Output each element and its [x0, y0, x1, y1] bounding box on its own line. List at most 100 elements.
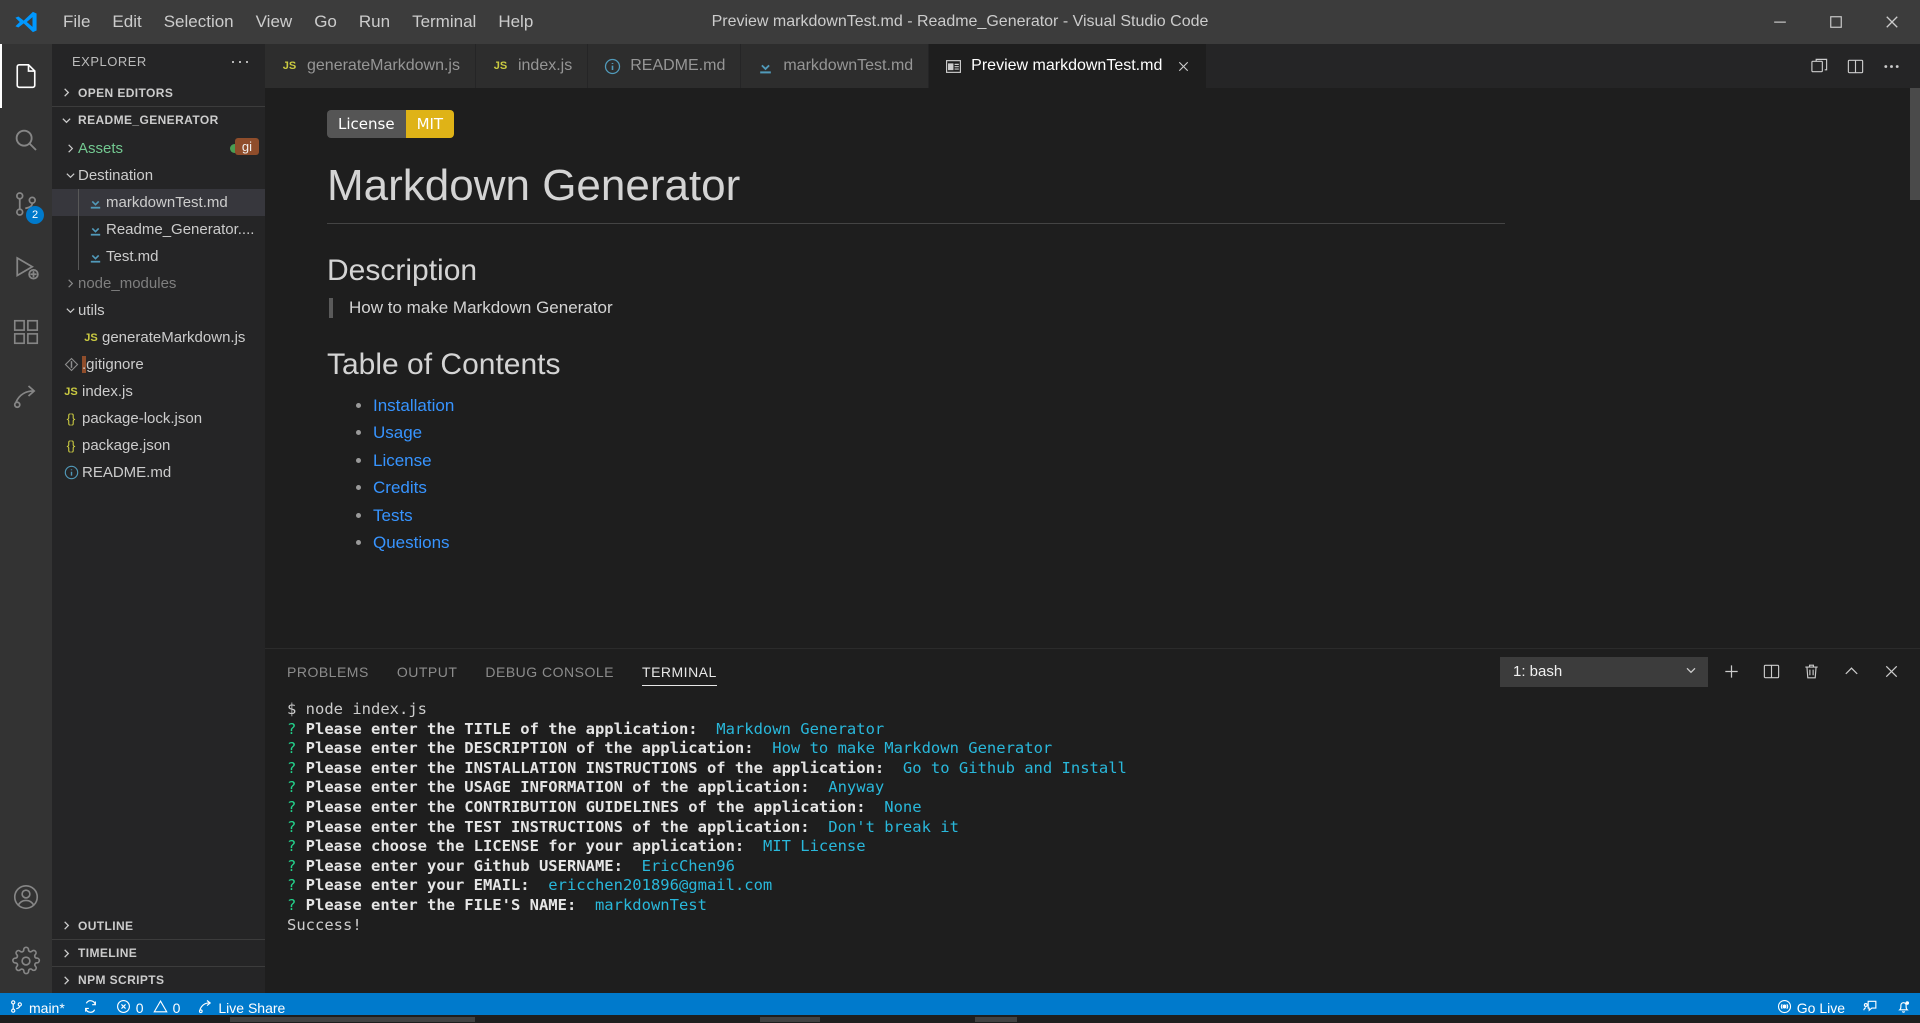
- terminal-segment: How to make Markdown Generator: [753, 739, 1053, 758]
- chevron-right-icon[interactable]: [62, 276, 78, 292]
- json-icon: {}: [66, 438, 76, 453]
- new-terminal-icon[interactable]: [1714, 657, 1748, 687]
- tab-label: README.md: [630, 57, 726, 74]
- tree-item-markdowntest-md[interactable]: markdownTest.md: [52, 189, 265, 216]
- markdown-icon: [84, 222, 106, 237]
- tree-item-label: node_modules: [78, 275, 177, 292]
- tree-item-label: package-lock.json: [82, 410, 203, 427]
- tree-item-node-modules[interactable]: node_modules: [52, 270, 265, 297]
- menu-file[interactable]: File: [52, 8, 101, 36]
- editor-tab-bar: JS generateMarkdown.js JS index.js READM…: [265, 44, 1920, 88]
- sidebar-more-icon[interactable]: ···: [230, 51, 257, 72]
- activity-accounts[interactable]: [0, 865, 52, 929]
- toc-link-tests[interactable]: Tests: [373, 506, 413, 525]
- panel-tab-terminal[interactable]: TERMINAL: [642, 649, 717, 694]
- panel-tab-problems[interactable]: PROBLEMS: [287, 649, 369, 694]
- terminal-segment: $ node index.js: [287, 700, 427, 718]
- terminal-segment: Please enter the INSTALLATION INSTRUCTIO…: [305, 758, 885, 777]
- activity-live-share[interactable]: [0, 364, 52, 428]
- kill-terminal-icon[interactable]: [1794, 657, 1828, 687]
- preview-description-text: How to make Markdown Generator: [329, 297, 1505, 318]
- tree-item-label: README.md: [82, 464, 172, 481]
- section-open-editors[interactable]: OPEN EDITORS: [52, 79, 265, 106]
- list-item: Credits: [373, 474, 1505, 502]
- tree-item-gitignore[interactable]: .gitignore: [52, 351, 265, 378]
- section-timeline[interactable]: TIMELINE: [52, 939, 265, 966]
- close-icon[interactable]: [1176, 59, 1191, 74]
- chevron-down-icon[interactable]: [62, 303, 78, 319]
- tree-item-assets[interactable]: Assets gi: [52, 135, 265, 162]
- toc-link-credits[interactable]: Credits: [373, 478, 427, 497]
- terminal-line: ? Please enter your EMAIL: ericchen20189…: [287, 876, 1920, 896]
- tree-item-readme-md[interactable]: README.md: [52, 459, 265, 486]
- horizontal-scroll-strip[interactable]: [0, 1015, 1920, 1023]
- menu-go[interactable]: Go: [303, 8, 348, 36]
- tree-item-package-lock-json[interactable]: {} package-lock.json: [52, 405, 265, 432]
- activity-source-control[interactable]: 2: [0, 172, 52, 236]
- toc-link-installation[interactable]: Installation: [373, 396, 454, 415]
- split-editor-icon[interactable]: [1842, 53, 1868, 79]
- tree-item-generatemarkdown-js[interactable]: JS generateMarkdown.js: [52, 324, 265, 351]
- preview-scrollbar[interactable]: [1906, 88, 1920, 648]
- tree-item-utils[interactable]: utils: [52, 297, 265, 324]
- tab-markdowntest-md[interactable]: markdownTest.md: [741, 44, 930, 88]
- activity-explorer[interactable]: [0, 44, 52, 108]
- tab-generatemarkdown-js[interactable]: JS generateMarkdown.js: [265, 44, 476, 88]
- tree-item-label: utils: [78, 302, 105, 319]
- terminal-segment: Please enter your Github USERNAME:: [305, 856, 623, 875]
- section-outline[interactable]: OUTLINE: [52, 912, 265, 939]
- tree-item-destination[interactable]: Destination: [52, 162, 265, 189]
- terminal-segment: Please enter your EMAIL:: [305, 876, 530, 895]
- section-timeline-label: TIMELINE: [78, 946, 138, 960]
- terminal-segment: ?: [287, 719, 306, 738]
- split-terminal-icon[interactable]: [1754, 657, 1788, 687]
- activity-search[interactable]: [0, 108, 52, 172]
- info-icon: [603, 58, 622, 75]
- menu-edit[interactable]: Edit: [101, 8, 152, 36]
- toc-link-questions[interactable]: Questions: [373, 533, 450, 552]
- activity-settings[interactable]: [0, 929, 52, 993]
- more-actions-icon[interactable]: [1878, 53, 1904, 79]
- open-preview-to-side-icon[interactable]: [1806, 53, 1832, 79]
- tab-readme-md[interactable]: README.md: [588, 44, 742, 88]
- maximize-button[interactable]: [1808, 0, 1864, 44]
- tab-preview-markdowntest-md[interactable]: Preview markdownTest.md: [929, 44, 1208, 88]
- menu-terminal[interactable]: Terminal: [401, 8, 487, 36]
- preview-toc-heading: Table of Contents: [327, 347, 561, 381]
- terminal-segment: Please enter the TEST INSTRUCTIONS of th…: [305, 817, 810, 836]
- markdown-preview[interactable]: License MIT Markdown Generator Descripti…: [265, 88, 1920, 648]
- terminal-segment: ?: [287, 895, 306, 914]
- tree-item-test-md[interactable]: Test.md: [52, 243, 265, 270]
- tab-index-js[interactable]: JS index.js: [475, 44, 589, 88]
- javascript-icon: JS: [84, 331, 98, 344]
- activity-run-debug[interactable]: [0, 236, 52, 300]
- toc-link-usage[interactable]: Usage: [373, 423, 422, 442]
- menu-selection[interactable]: Selection: [153, 8, 245, 36]
- chevron-down-icon[interactable]: [62, 168, 78, 184]
- terminal-segment: EricChen96: [622, 856, 735, 875]
- menu-run[interactable]: Run: [348, 8, 401, 36]
- tree-item-readme-generator-md[interactable]: Readme_Generator....: [52, 216, 265, 243]
- terminal-output[interactable]: $ node index.js? Please enter the TITLE …: [265, 694, 1920, 993]
- tree-item-index-js[interactable]: JS index.js: [52, 378, 265, 405]
- chevron-right-icon[interactable]: [62, 141, 78, 157]
- menu-view[interactable]: View: [245, 8, 304, 36]
- close-button[interactable]: [1864, 0, 1920, 44]
- section-npm-scripts[interactable]: NPM SCRIPTS: [52, 966, 265, 993]
- minimize-button[interactable]: [1752, 0, 1808, 44]
- menu-help[interactable]: Help: [487, 8, 544, 36]
- activity-extensions[interactable]: [0, 300, 52, 364]
- toc-link-license[interactable]: License: [373, 451, 432, 470]
- panel-tab-debug-console[interactable]: DEBUG CONSOLE: [485, 649, 614, 694]
- tree-item-label: Test.md: [106, 248, 159, 265]
- list-item: License: [373, 447, 1505, 475]
- tree-item-package-json[interactable]: {} package.json: [52, 432, 265, 459]
- section-project[interactable]: README_GENERATOR: [52, 106, 265, 133]
- go-live-label: Go Live: [1796, 1000, 1845, 1016]
- scrollbar-thumb[interactable]: [1910, 88, 1920, 200]
- terminal-selector[interactable]: 1: bash: [1500, 656, 1708, 687]
- maximize-panel-icon[interactable]: [1834, 657, 1868, 687]
- terminal-segment: Anyway: [809, 778, 885, 797]
- close-panel-icon[interactable]: [1874, 657, 1908, 687]
- panel-tab-output[interactable]: OUTPUT: [397, 649, 458, 694]
